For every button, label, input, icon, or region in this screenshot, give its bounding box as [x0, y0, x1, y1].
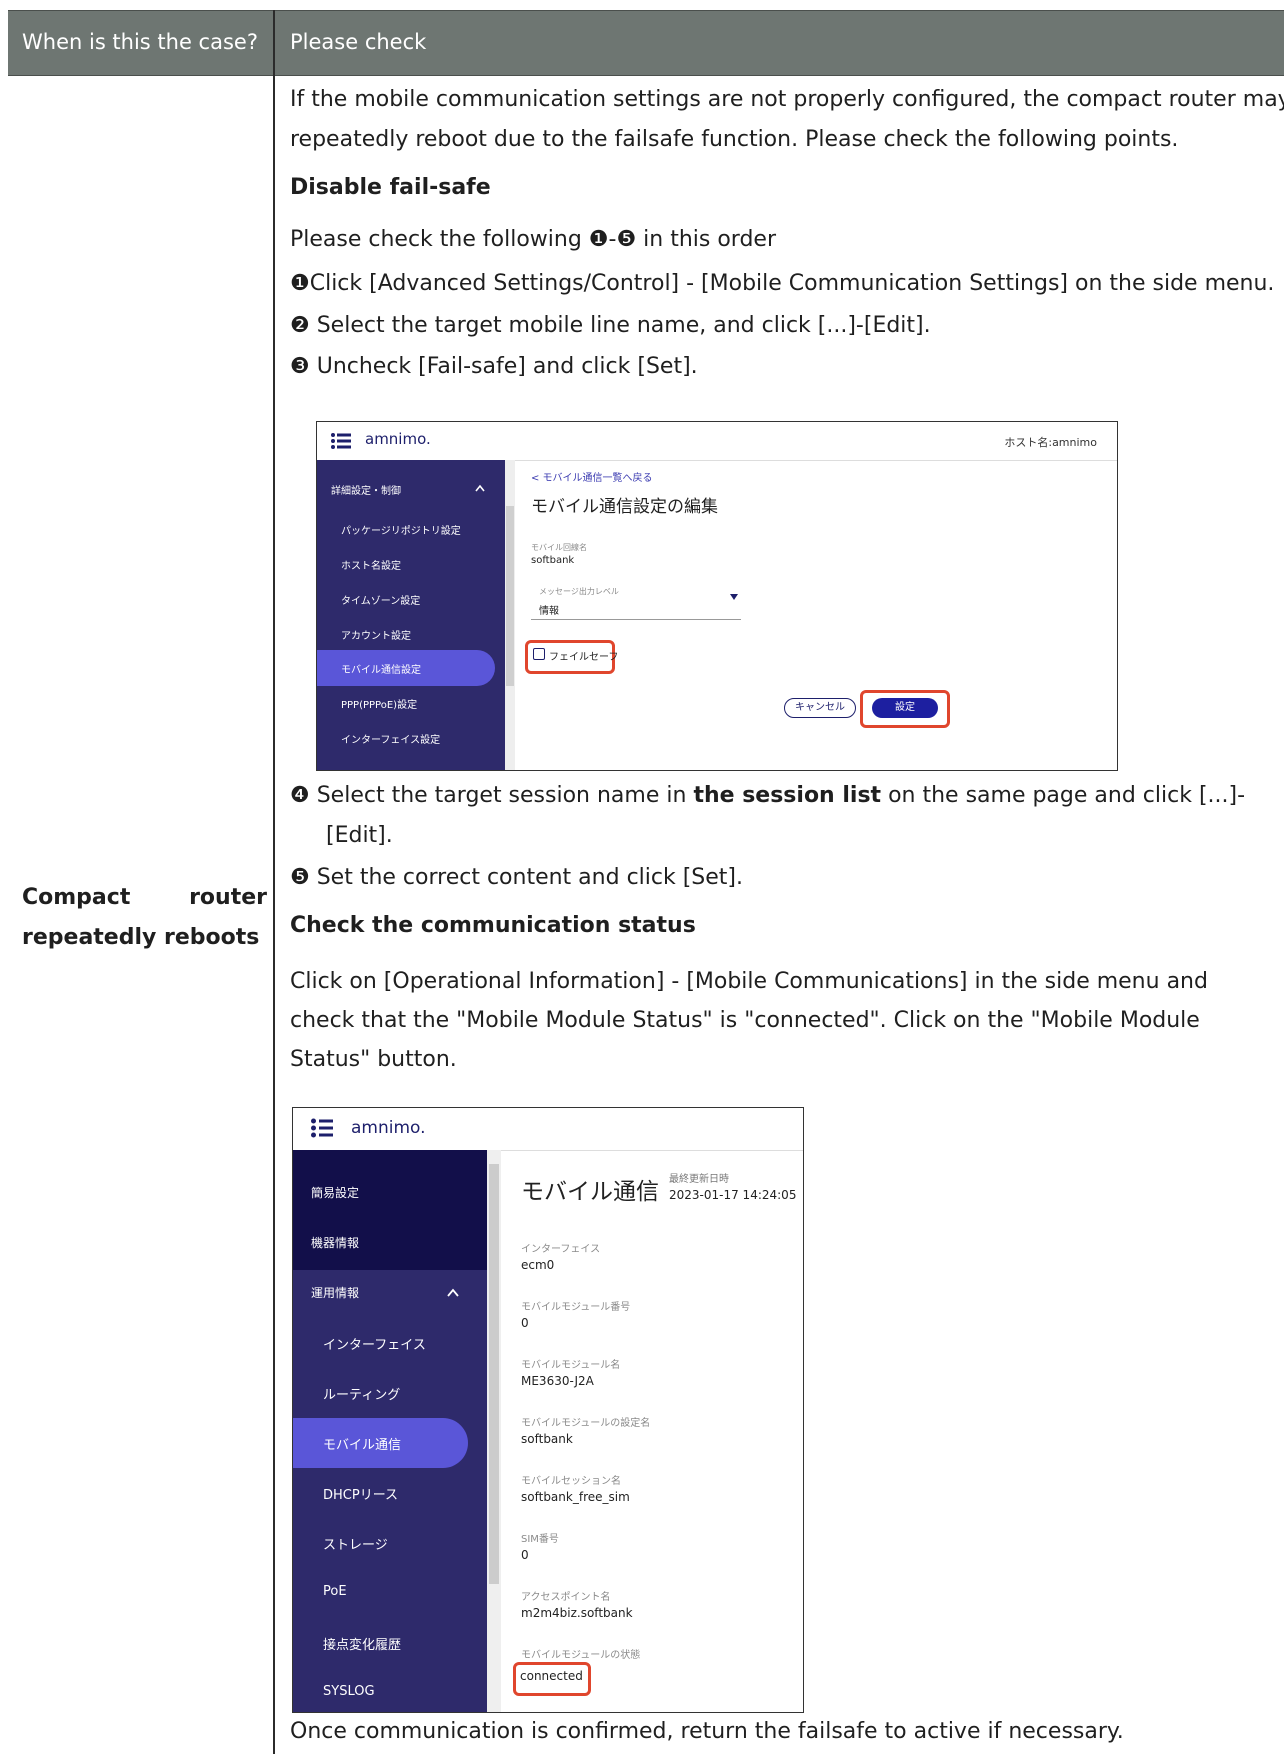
- shot2-page-title: モバイル通信: [521, 1179, 659, 1205]
- section1-title: Disable fail-safe: [290, 175, 491, 200]
- field-value-module-number: 0: [521, 1316, 529, 1330]
- shot2-scrollbar[interactable]: [487, 1150, 501, 1712]
- intro-line1: If the mobile communication settings are…: [290, 87, 1284, 112]
- line-name-label: モバイル回線名: [531, 543, 587, 552]
- sidebar-item-account[interactable]: アカウント設定: [341, 627, 411, 642]
- sidebar-sub-poe[interactable]: PoE: [323, 1584, 347, 1599]
- shot2-topbar: amnimo.: [293, 1108, 803, 1151]
- case-label: Compact router repeatedly reboots: [22, 878, 267, 958]
- case-label-line2: repeatedly reboots: [22, 925, 260, 950]
- field-value-session-name: softbank_free_sim: [521, 1490, 630, 1504]
- field-label-module-name: モバイルモジュール名: [521, 1360, 621, 1371]
- last-updated-label: 最終更新日時: [669, 1174, 729, 1185]
- section2-line3: Status" button.: [290, 1047, 457, 1072]
- step4-text-bold: the session list: [693, 783, 882, 808]
- sidebar-sub-dhcp[interactable]: DHCPリース: [323, 1484, 398, 1503]
- screenshot-mobile-status: amnimo. 簡易設定 機器情報 運用情報 インターフェイス ルーティング モ…: [292, 1107, 804, 1713]
- section2-line2: check that the "Mobile Module Status" is…: [290, 1008, 1200, 1033]
- failsafe-checkbox[interactable]: [533, 648, 545, 660]
- shot2-sidebar: 簡易設定 機器情報 運用情報 インターフェイス ルーティング モバイル通信 DH…: [293, 1150, 487, 1712]
- section2-title: Check the communication status: [290, 913, 696, 938]
- field-label-module-status: モバイルモジュールの状態: [521, 1650, 641, 1661]
- chevron-up-icon: [447, 1288, 459, 1297]
- shot1-scrollbar[interactable]: [505, 460, 515, 770]
- amnimo-logo: amnimo.: [365, 430, 431, 448]
- section2-line1: Click on [Operational Information] - [Mo…: [290, 969, 1208, 994]
- field-value-interface: ecm0: [521, 1258, 555, 1272]
- sidebar-sub-routing[interactable]: ルーティング: [323, 1384, 400, 1403]
- select-underline: [531, 619, 741, 620]
- sidebar-sub-syslog[interactable]: SYSLOG: [323, 1684, 375, 1699]
- step3: ❸ Uncheck [Fail-safe] and click [Set].: [290, 354, 698, 379]
- order-line: Please check the following ❶-❺ in this o…: [290, 227, 777, 252]
- shot1-page-title: モバイル通信設定の編集: [531, 497, 718, 517]
- case-label-word1: Compact: [22, 885, 131, 910]
- field-label-apn: アクセスポイント名: [521, 1592, 611, 1603]
- step4-line2: [Edit].: [326, 823, 393, 848]
- step4-text-post: on the same page and click [...]-: [881, 783, 1246, 808]
- sidebar-item-interface[interactable]: インターフェイス設定: [341, 731, 440, 746]
- log-level-label: メッセージ出力レベル: [539, 587, 619, 596]
- step4: ❹ Select the target session name in the …: [290, 776, 1245, 816]
- sidebar-sub-mobile[interactable]: モバイル通信: [323, 1434, 401, 1453]
- header-col-check: Please check: [290, 30, 427, 54]
- step2: ❷ Select the target mobile line name, an…: [290, 313, 931, 338]
- sidebar-item-mobile[interactable]: モバイル通信設定: [341, 661, 421, 676]
- sidebar-sub-storage[interactable]: ストレージ: [323, 1534, 388, 1553]
- chevron-up-icon: [475, 484, 485, 492]
- module-status-button[interactable]: connected: [520, 1669, 583, 1683]
- line-name-value: softbank: [531, 555, 575, 566]
- sidebar-item-easy-setup[interactable]: 簡易設定: [311, 1184, 359, 1201]
- step5: ❺ Set the correct content and click [Set…: [290, 865, 743, 890]
- column-divider: [273, 10, 275, 1754]
- field-label-session-name: モバイルセッション名: [521, 1476, 621, 1487]
- sidebar-sub-contact-history[interactable]: 接点変化履歴: [323, 1634, 401, 1653]
- cancel-button[interactable]: キャンセル: [784, 698, 856, 718]
- troubleshooting-table: When is this the case? Please check Comp…: [8, 10, 1284, 1754]
- field-label-interface: インターフェイス: [521, 1244, 601, 1255]
- field-label-sim-number: SIM番号: [521, 1534, 559, 1545]
- sidebar-section-advanced[interactable]: 詳細設定・制御: [331, 482, 401, 497]
- sidebar-item-device-info[interactable]: 機器情報: [311, 1234, 359, 1251]
- set-button[interactable]: 設定: [872, 698, 938, 718]
- screenshot-mobile-settings-edit: amnimo. ホスト名:amnimo 詳細設定・制御 パッケージリポジトリ設定…: [316, 421, 1118, 771]
- sidebar-item-hostname[interactable]: ホスト名設定: [341, 557, 401, 572]
- dropdown-arrow-icon[interactable]: [730, 594, 738, 600]
- shot1-topbar: amnimo. ホスト名:amnimo: [317, 422, 1117, 461]
- hostname-label: ホスト名:amnimo: [1004, 436, 1097, 449]
- field-value-module-setting-name: softbank: [521, 1432, 573, 1446]
- back-link[interactable]: < モバイル通信一覧へ戻る: [531, 469, 653, 484]
- log-level-value[interactable]: 情報: [539, 602, 559, 617]
- sidebar-sub-interface[interactable]: インターフェイス: [323, 1334, 426, 1353]
- step1: ❶Click [Advanced Settings/Control] - [Mo…: [290, 271, 1275, 296]
- field-label-module-number: モバイルモジュール番号: [521, 1302, 631, 1313]
- amnimo-logo: amnimo.: [351, 1118, 426, 1138]
- intro-line2: repeatedly reboot due to the failsafe fu…: [290, 127, 1179, 152]
- sidebar-item-timezone[interactable]: タイムゾーン設定: [341, 592, 420, 607]
- header-col-case: When is this the case?: [22, 30, 258, 54]
- table-header: When is this the case? Please check: [8, 10, 1284, 76]
- field-value-sim-number: 0: [521, 1548, 529, 1562]
- menu-icon: [331, 433, 351, 449]
- last-updated-value: 2023-01-17 14:24:05: [669, 1188, 797, 1202]
- field-value-module-name: ME3630-J2A: [521, 1374, 594, 1388]
- failsafe-label: フェイルセーフ: [549, 652, 619, 663]
- case-label-word2: router: [189, 885, 267, 910]
- shot1-sidebar: 詳細設定・制御 パッケージリポジトリ設定 ホスト名設定 タイムゾーン設定 アカウ…: [317, 460, 505, 770]
- footer-line: Once communication is confirmed, return …: [290, 1719, 1124, 1744]
- menu-icon: [311, 1118, 333, 1138]
- sidebar-item-ppp[interactable]: PPP(PPPoE)設定: [341, 696, 417, 711]
- field-label-module-setting-name: モバイルモジュールの設定名: [521, 1418, 651, 1429]
- sidebar-item-operational-info[interactable]: 運用情報: [311, 1284, 359, 1301]
- sidebar-item-package[interactable]: パッケージリポジトリ設定: [341, 522, 461, 537]
- field-value-apn: m2m4biz.softbank: [521, 1606, 633, 1620]
- step4-text-pre: ❹ Select the target session name in: [290, 783, 694, 808]
